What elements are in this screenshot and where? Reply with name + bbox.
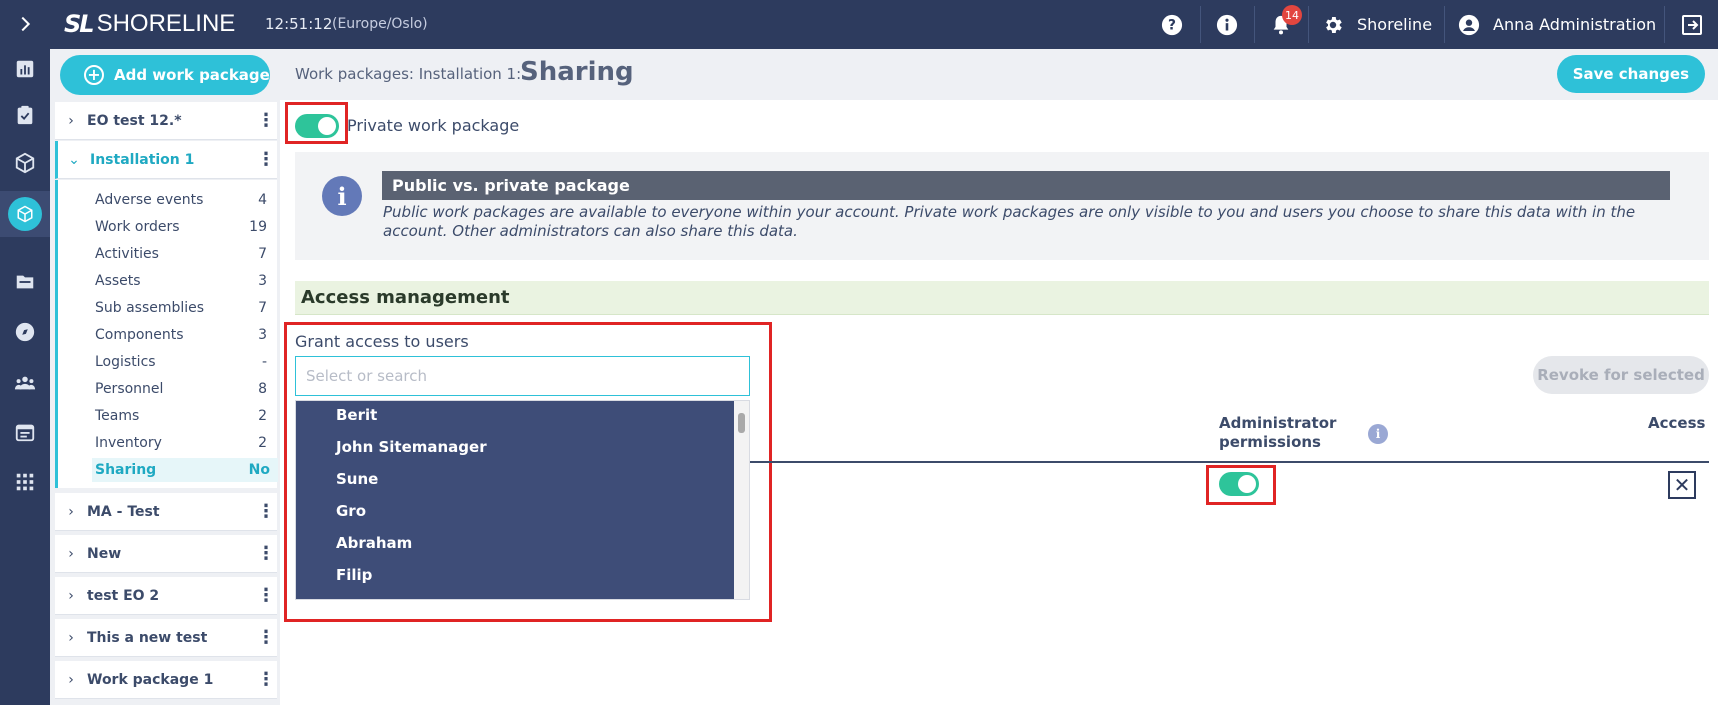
package-name: This a new test (87, 629, 208, 646)
clock: 12:51:12 (265, 15, 333, 33)
compass-icon[interactable] (0, 312, 50, 352)
page-title: Sharing (520, 57, 634, 87)
plus-icon: + (84, 65, 104, 85)
more-icon[interactable]: ⋮ (255, 544, 277, 563)
more-icon[interactable]: ⋮ (255, 586, 277, 605)
package-item[interactable]: › MA - Test ⋮ (55, 493, 277, 531)
scrollbar-thumb[interactable] (738, 413, 745, 433)
user-dropdown: Berit John Sitemanager Sune Gro Abraham … (295, 400, 750, 600)
info-text: Public work packages are available to ev… (383, 203, 1636, 240)
access-management-heading: Access management (295, 281, 1709, 315)
chevron-right-icon: › (68, 587, 74, 604)
workpackage-icon[interactable] (0, 191, 50, 237)
private-toggle-label: Private work package (347, 116, 520, 135)
add-work-package-button[interactable]: + Add work package (60, 55, 270, 95)
submenu-item[interactable]: Work orders 19 (95, 215, 275, 239)
logo[interactable]: SL SHORELINE (64, 10, 235, 38)
package-name: Installation 1 (90, 151, 195, 168)
package-icon[interactable] (0, 143, 50, 183)
user-option[interactable]: Filip (336, 566, 372, 584)
people-icon[interactable] (0, 363, 50, 403)
submenu-item[interactable]: Sub assemblies 7 (95, 296, 275, 320)
timezone: (Europe/Oslo) (332, 16, 428, 32)
help-icon[interactable]: ? (1150, 0, 1194, 49)
chevron-right-icon: › (68, 503, 74, 520)
package-item[interactable]: › This a new test ⋮ (55, 619, 277, 657)
info-title: Public vs. private package (382, 171, 1670, 200)
user-option[interactable]: John Sitemanager (336, 438, 487, 456)
submenu-item[interactable]: Assets 3 (95, 269, 275, 293)
user-option[interactable]: Gro (336, 502, 366, 520)
grid-icon[interactable] (0, 462, 50, 502)
submenu-item[interactable]: Logistics - (95, 350, 275, 374)
user-icon[interactable] (1449, 0, 1489, 49)
logout-icon[interactable] (1672, 0, 1712, 49)
package-name: Work package 1 (87, 671, 214, 688)
column-header-admin: Administrator permissions (1219, 414, 1337, 451)
top-bar: SL SHORELINE 12:51:12 (Europe/Oslo) ? 14… (50, 0, 1718, 49)
org-label[interactable]: Shoreline (1357, 15, 1432, 34)
submenu-item[interactable]: Personnel 8 (95, 377, 275, 401)
package-item[interactable]: › EO test 12.* ⋮ (55, 102, 277, 140)
package-submenu: Adverse events 4 Work orders 19 Activities… (55, 180, 278, 488)
user-option[interactable]: Abraham (336, 534, 412, 552)
package-item[interactable]: › test EO 2 ⋮ (55, 577, 277, 615)
submenu-item-sharing[interactable]: Sharing No (92, 458, 278, 482)
user-dropdown-list: Berit John Sitemanager Sune Gro Abraham … (296, 401, 735, 599)
info-circle-icon: i (322, 176, 362, 216)
package-item[interactable]: › New ⋮ (55, 535, 277, 573)
admin-permission-toggle[interactable] (1219, 472, 1259, 496)
close-icon[interactable]: ✕ (1668, 471, 1696, 499)
package-item[interactable]: › Work package 1 ⋮ (55, 661, 277, 699)
info-icon[interactable]: i (1368, 424, 1388, 444)
svg-text:?: ? (1168, 17, 1176, 33)
column-header-access: Access (1648, 414, 1706, 432)
left-rail (0, 0, 50, 705)
gear-icon[interactable] (1313, 0, 1353, 49)
add-work-package-label: Add work package (114, 66, 270, 84)
user-option[interactable]: Sune (336, 470, 378, 488)
save-changes-button[interactable]: Save changes (1556, 55, 1705, 93)
package-name: New (87, 545, 122, 562)
expand-icon[interactable] (0, 4, 50, 44)
more-icon[interactable]: ⋮ (255, 628, 277, 647)
chevron-right-icon: › (68, 112, 74, 129)
more-icon[interactable]: ⋮ (255, 502, 277, 521)
chevron-right-icon: › (68, 629, 74, 646)
folder-icon[interactable] (0, 262, 50, 302)
submenu-item[interactable]: Activities 7 (95, 242, 275, 266)
submenu-item[interactable]: Adverse events 4 (95, 188, 275, 212)
page-header: Work packages: Installation 1: Sharing S… (280, 49, 1718, 100)
calendar-icon[interactable] (0, 412, 50, 452)
more-icon[interactable]: ⋮ (255, 670, 277, 689)
package-item-open[interactable]: ⌄ Installation 1 ⋮ (55, 141, 277, 179)
grant-access-label: Grant access to users (295, 332, 469, 351)
logo-text: SHORELINE (96, 10, 236, 37)
chevron-right-icon: › (68, 545, 74, 562)
dashboard-icon[interactable] (0, 49, 50, 89)
user-search-input[interactable] (295, 356, 750, 396)
submenu-item[interactable]: Components 3 (95, 323, 275, 347)
info-icon[interactable] (1205, 0, 1249, 49)
chevron-right-icon: › (68, 671, 74, 688)
info-panel: i Public vs. private package Public work… (295, 152, 1709, 260)
table-header-divider (750, 461, 1709, 463)
submenu-item[interactable]: Inventory 2 (95, 431, 275, 455)
revoke-button[interactable]: Revoke for selected (1533, 356, 1709, 394)
more-icon[interactable]: ⋮ (255, 111, 277, 130)
more-icon[interactable]: ⋮ (255, 150, 277, 169)
package-name: test EO 2 (87, 587, 160, 604)
user-label[interactable]: Anna Administration (1493, 15, 1656, 34)
submenu-item[interactable]: Teams 2 (95, 404, 275, 428)
user-option[interactable]: Berit (336, 406, 377, 424)
dropdown-scrollbar[interactable] (734, 401, 749, 599)
logo-mark: SL (64, 10, 95, 38)
notification-badge: 14 (1282, 5, 1302, 25)
chevron-down-icon: ⌄ (68, 151, 80, 168)
private-toggle[interactable] (295, 114, 339, 138)
package-name: EO test 12.* (87, 112, 182, 129)
package-name: MA - Test (87, 503, 160, 520)
breadcrumb[interactable]: Work packages: Installation 1: (295, 65, 521, 83)
tasks-icon[interactable] (0, 95, 50, 135)
